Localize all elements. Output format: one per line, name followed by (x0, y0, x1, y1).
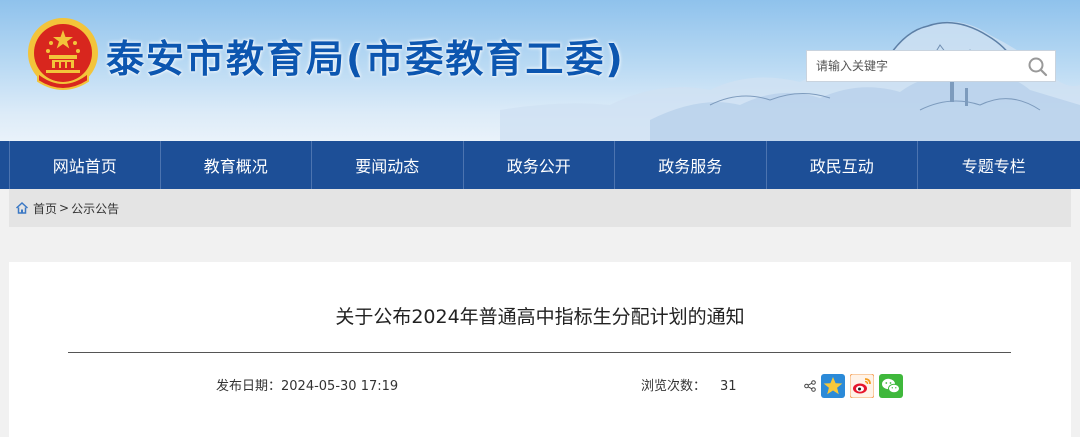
qzone-icon[interactable] (821, 374, 845, 398)
publish-date: 发布日期：2024-05-30 17:19 (216, 375, 398, 394)
wechat-icon[interactable] (879, 374, 903, 398)
national-emblem-icon (28, 18, 98, 90)
site-header: 泰安市教育局(市委教育工委) (0, 0, 1080, 141)
article-panel: 关于公布2024年普通高中指标生分配计划的通知 发布日期：2024-05-30 … (9, 262, 1071, 437)
breadcrumb-separator: > (59, 201, 70, 215)
search-icon[interactable] (1027, 56, 1049, 78)
nav-item-public-interaction[interactable]: 政民互动 (767, 141, 918, 189)
publish-date-label: 发布日期： (216, 379, 282, 394)
nav-item-special-topics[interactable]: 专题专栏 (918, 141, 1070, 189)
nav-item-education-overview[interactable]: 教育概况 (161, 141, 312, 189)
breadcrumb-home-link[interactable]: 首页 (33, 200, 57, 217)
share-icon (804, 380, 816, 392)
nav-item-government-services[interactable]: 政务服务 (615, 141, 767, 189)
publish-date-value: 2024-05-30 17:19 (281, 379, 399, 394)
breadcrumb: 首页 > 公示公告 (9, 189, 1071, 227)
share-toolbar (804, 374, 903, 398)
breadcrumb-current-link[interactable]: 公示公告 (71, 200, 119, 217)
search-box (806, 50, 1056, 82)
article-title: 关于公布2024年普通高中指标生分配计划的通知 (335, 306, 745, 328)
nav-item-home[interactable]: 网站首页 (9, 141, 161, 189)
home-icon (15, 201, 29, 214)
nav-item-government-disclosure[interactable]: 政务公开 (464, 141, 615, 189)
title-divider (68, 352, 1011, 353)
weibo-icon[interactable] (850, 374, 874, 398)
search-input[interactable] (807, 51, 1017, 81)
view-count: 浏览次数： 31 (641, 375, 737, 394)
nav-item-news[interactable]: 要闻动态 (312, 141, 464, 189)
main-nav: 网站首页 教育概况 要闻动态 政务公开 政务服务 政民互动 专题专栏 (0, 141, 1080, 189)
view-count-label: 浏览次数： (641, 379, 707, 394)
site-title: 泰安市教育局(市委教育工委) (106, 37, 625, 81)
view-count-value: 31 (720, 379, 737, 394)
